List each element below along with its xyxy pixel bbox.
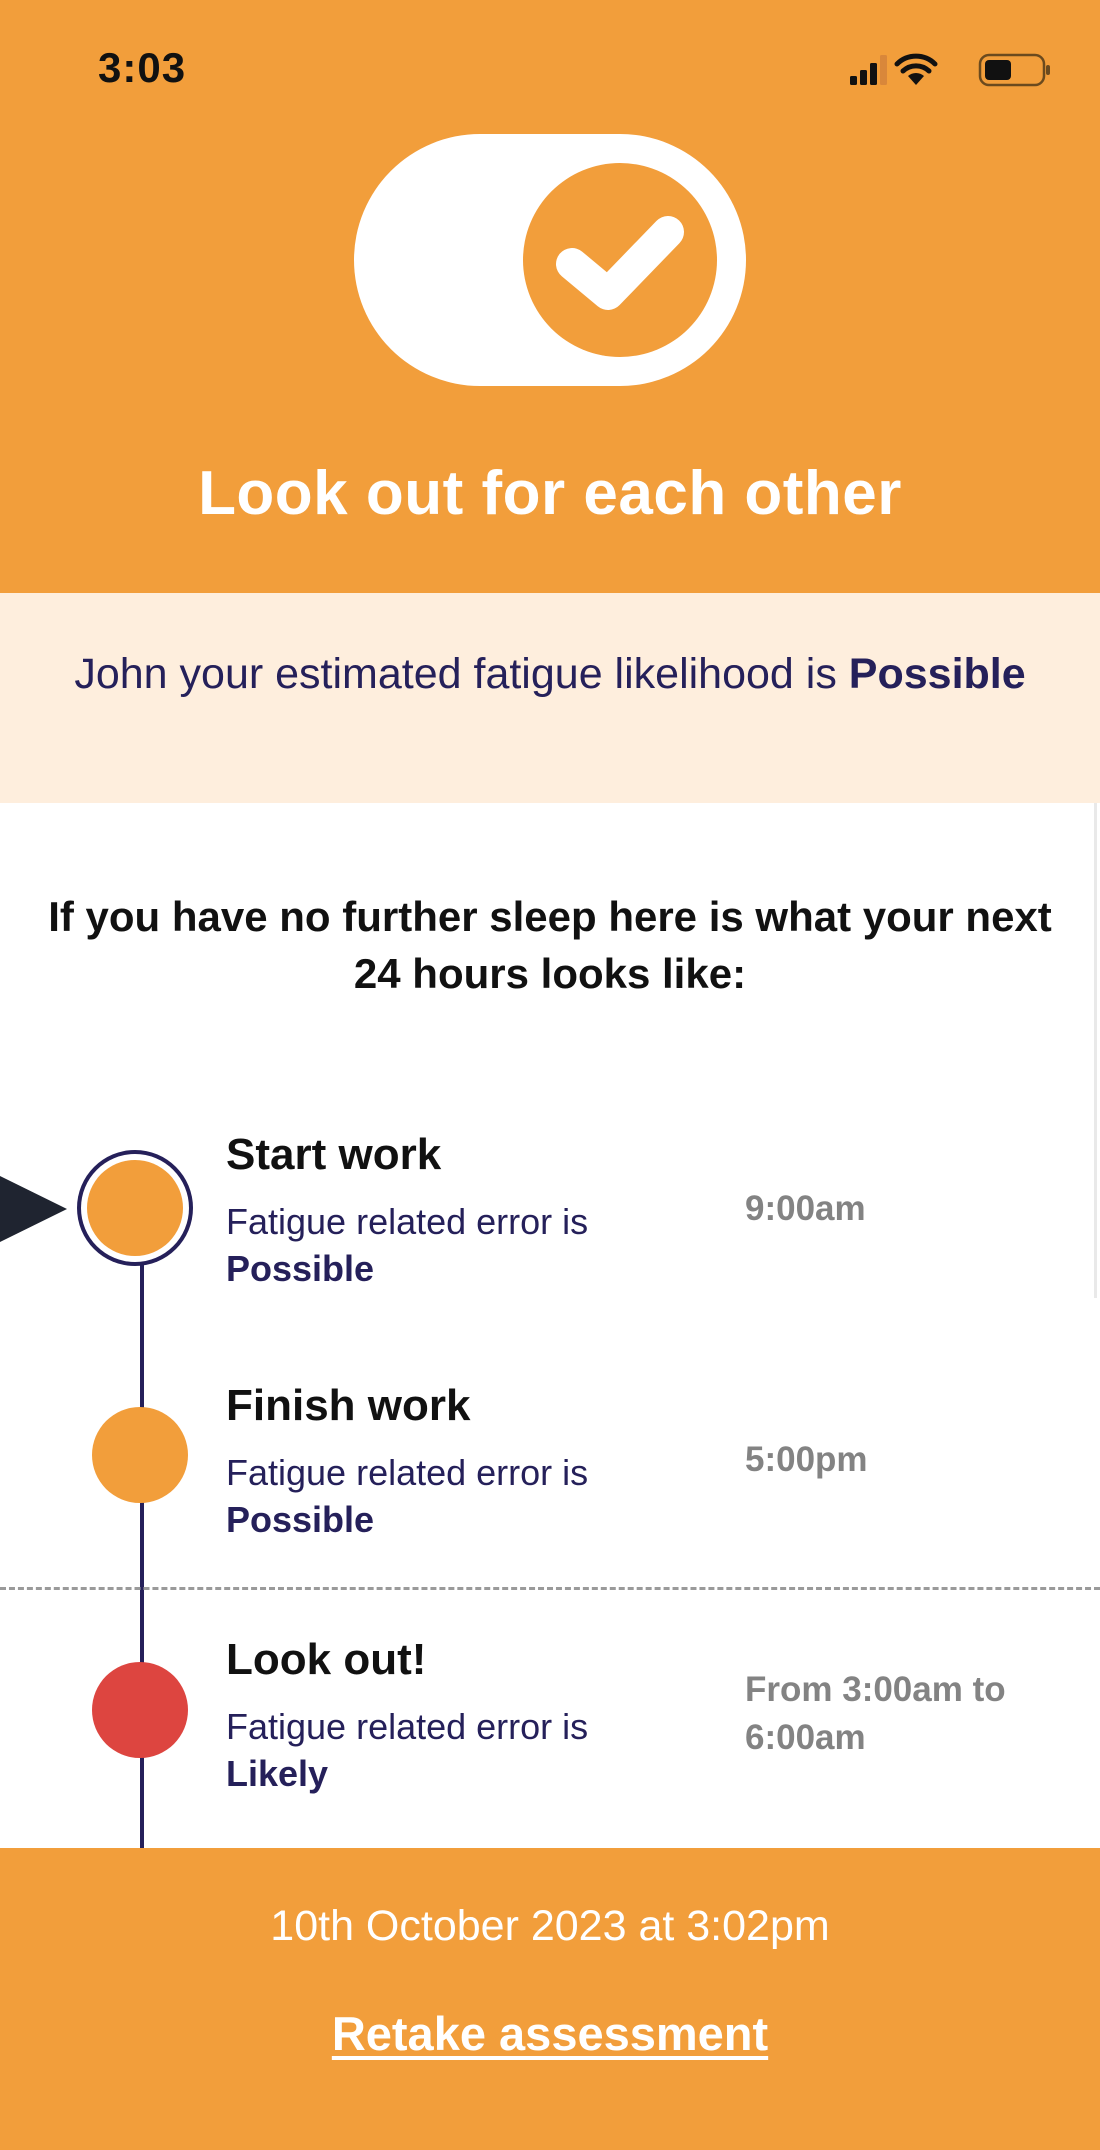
- likelihood-prefix: John your estimated fatigue likelihood i…: [74, 650, 849, 698]
- timeline-dot-look-out: [92, 1662, 188, 1758]
- timeline-item-level: Possible: [226, 1248, 375, 1289]
- scroll-edge: [1094, 803, 1097, 1298]
- timeline-item-description: Fatigue related error is: [226, 1452, 589, 1493]
- battery-icon: [978, 53, 1050, 87]
- retake-assessment-link[interactable]: Retake assessment: [0, 2006, 1100, 2061]
- status-bar-icons: [850, 53, 1050, 87]
- timeline-item-level: Possible: [226, 1499, 375, 1540]
- wifi-icon: [894, 53, 938, 85]
- forecast-heading: If you have no further sleep here is wha…: [48, 893, 1052, 997]
- timeline-dot-start-work: [87, 1160, 183, 1256]
- footer: [0, 1848, 1100, 2150]
- timeline-item-title: Look out!: [226, 1635, 427, 1684]
- timeline-item-time: 5:00pm: [745, 1440, 868, 1479]
- day-divider: [0, 1587, 1100, 1590]
- timeline-item-description: Fatigue related error is: [226, 1201, 589, 1242]
- likelihood-level: Possible: [848, 650, 1026, 698]
- timeline-dot-finish-work: [92, 1407, 188, 1503]
- assessment-date: 10th October 2023 at 3:02pm: [270, 1902, 830, 1950]
- timeline-item-level: Likely: [226, 1753, 329, 1794]
- likelihood-summary: John your estimated fatigue likelihood i…: [0, 650, 1100, 699]
- timeline-item-description: Fatigue related error is: [226, 1706, 589, 1747]
- page-title: Look out for each other: [198, 459, 902, 528]
- timeline-item-time: 9:00am: [745, 1189, 866, 1228]
- current-position-arrow-icon: [0, 1176, 67, 1242]
- timeline-item-title: Start work: [226, 1130, 442, 1179]
- timeline-item-time: From 3:00am to 6:00am: [745, 1670, 1006, 1757]
- cellular-signal-icon: [850, 55, 887, 85]
- status-bar-time: 3:03: [98, 44, 187, 91]
- toggle-check-icon: [354, 134, 746, 386]
- timeline-item-title: Finish work: [226, 1381, 471, 1430]
